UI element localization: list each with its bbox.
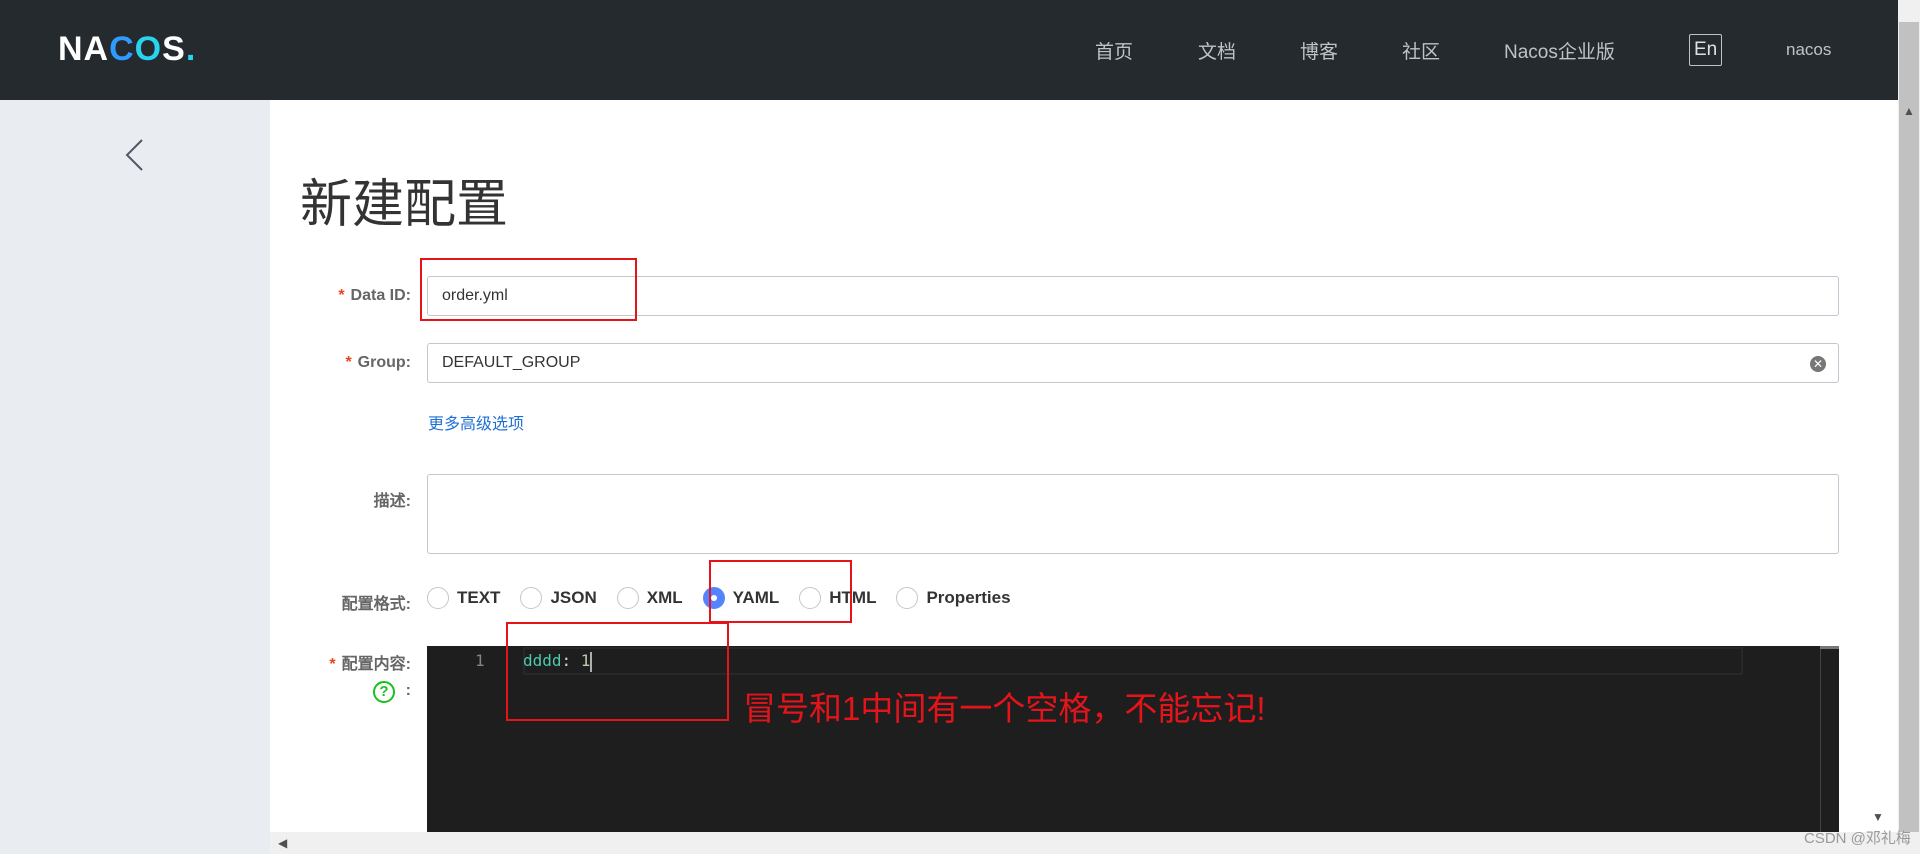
minimap-divider: [1820, 646, 1821, 832]
description-textarea[interactable]: [427, 474, 1839, 554]
scroll-up-icon[interactable]: ▲: [1903, 104, 1915, 118]
radio-xml[interactable]: XML: [616, 587, 683, 609]
nacos-logo[interactable]: NACOS.: [58, 30, 196, 69]
group-label: * Group:: [345, 354, 411, 371]
annotation-text: 冒号和1中间有一个空格，不能忘记!: [743, 690, 1266, 727]
description-label: 描述:: [373, 493, 411, 510]
scroll-down-icon[interactable]: ▼: [1872, 810, 1884, 824]
help-suffix: :: [405, 682, 411, 699]
group-input[interactable]: DEFAULT_GROUP ✕: [427, 343, 1839, 383]
sidebar: [0, 100, 270, 854]
editor-scrollbar[interactable]: [1820, 646, 1839, 649]
radio-properties[interactable]: Properties: [896, 587, 1011, 609]
top-header: NACOS. 首页 文档 博客 社区 Nacos企业版 En nacos: [0, 0, 1900, 100]
data-id-input[interactable]: order.yml: [427, 276, 1839, 316]
vertical-scrollbar-thumb[interactable]: [1899, 22, 1919, 832]
advanced-options-link[interactable]: 更多高级选项: [428, 410, 524, 434]
highlight-box-data-id: [420, 258, 637, 321]
user-menu[interactable]: nacos: [1786, 40, 1831, 60]
content-label: * 配置内容:: [329, 656, 411, 673]
clear-icon[interactable]: ✕: [1810, 356, 1826, 372]
watermark: CSDN @邓礼梅: [1804, 830, 1911, 847]
line-number: 1: [475, 651, 485, 670]
nav-blog[interactable]: 博客: [1300, 37, 1338, 64]
back-chevron-icon[interactable]: [122, 138, 148, 172]
nav-enterprise[interactable]: Nacos企业版: [1504, 37, 1615, 64]
format-label: 配置格式:: [341, 596, 411, 613]
radio-json[interactable]: JSON: [520, 587, 597, 609]
language-toggle[interactable]: En: [1689, 34, 1723, 66]
highlight-box-code: [506, 622, 729, 721]
highlight-box-yaml: [709, 560, 852, 623]
page-title: 新建配置: [300, 176, 509, 234]
data-id-label: * Data ID:: [338, 287, 411, 304]
radio-text[interactable]: TEXT: [427, 587, 500, 609]
horizontal-scrollbar[interactable]: ◀: [270, 832, 1900, 854]
nav-home[interactable]: 首页: [1095, 37, 1133, 64]
nav-docs[interactable]: 文档: [1198, 37, 1236, 64]
nav-community[interactable]: 社区: [1402, 37, 1440, 64]
